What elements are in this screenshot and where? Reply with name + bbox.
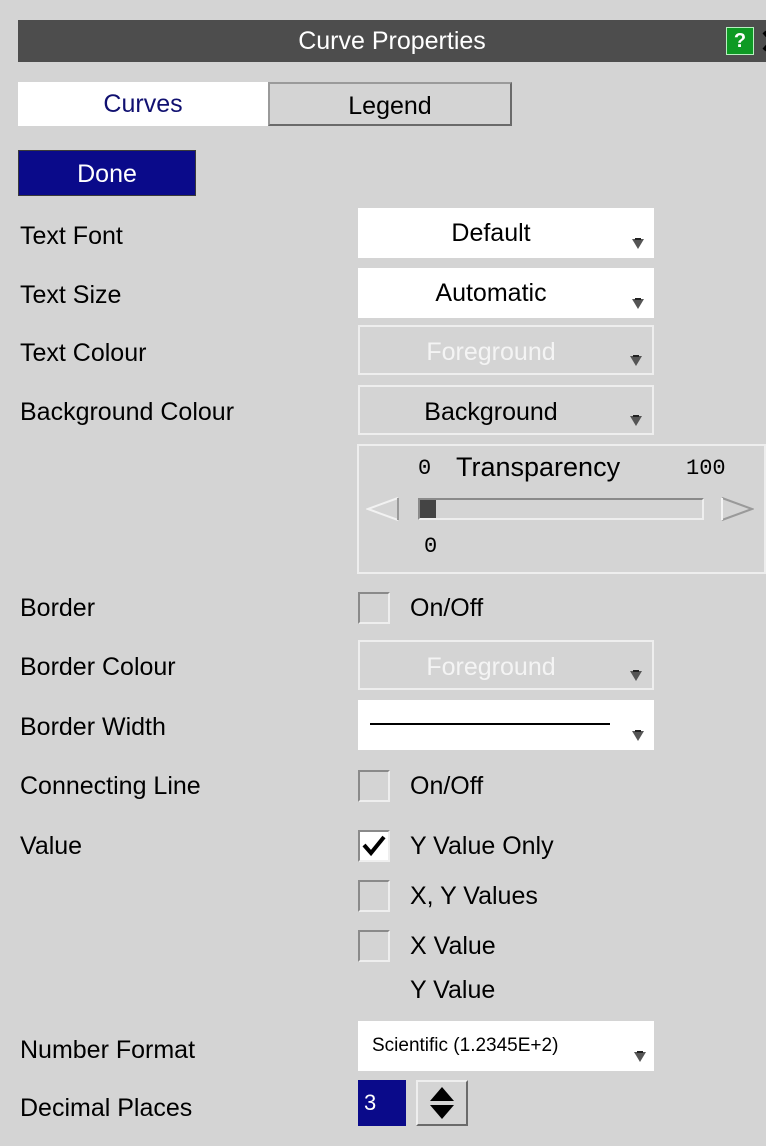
transparency-max: 100 — [686, 456, 726, 481]
border-colour-dropdown[interactable]: Foreground — [358, 640, 654, 690]
decimal-places-input[interactable]: 3 — [358, 1080, 406, 1126]
border-checkbox[interactable] — [358, 592, 390, 624]
border-label: Border — [20, 594, 96, 622]
stepper-icon — [430, 1087, 454, 1119]
text-font-dropdown[interactable]: Default — [358, 208, 654, 258]
transparency-value: 0 — [424, 534, 438, 559]
connecting-line-label: Connecting Line — [20, 772, 201, 800]
decimal-places-stepper[interactable] — [416, 1080, 468, 1126]
border-width-label: Border Width — [20, 713, 166, 741]
dropdown-arrow-icon — [632, 238, 644, 249]
transparency-title: Transparency — [456, 452, 621, 482]
checkmark-icon — [362, 835, 386, 857]
x-value-y-value-checkbox[interactable] — [358, 930, 390, 962]
background-colour-value: Background — [424, 398, 558, 426]
text-size-label: Text Size — [20, 281, 122, 309]
xy-values-label: X, Y Values — [410, 882, 538, 910]
decimal-places-label: Decimal Places — [20, 1094, 193, 1122]
number-format-dropdown[interactable]: Scientific (1.2345E+2) — [358, 1021, 654, 1071]
number-format-label: Number Format — [20, 1036, 196, 1064]
x-value-label: X Value — [410, 932, 496, 960]
border-colour-label: Border Colour — [20, 653, 176, 681]
tab-curves-label: Curves — [103, 90, 183, 118]
done-button[interactable]: Done — [18, 150, 196, 196]
dropdown-arrow-icon — [630, 415, 642, 426]
xy-values-checkbox[interactable] — [358, 880, 390, 912]
value-label: Value — [20, 832, 83, 860]
text-colour-value: Foreground — [426, 338, 556, 366]
connecting-line-checkbox[interactable] — [358, 770, 390, 802]
tab-legend-label: Legend — [348, 92, 432, 120]
window-title: Curve Properties — [298, 27, 486, 55]
dropdown-arrow-icon — [630, 670, 642, 681]
help-icon: ? — [733, 30, 747, 52]
number-format-value: Scientific (1.2345E+2) — [372, 1035, 559, 1056]
background-colour-label: Background Colour — [20, 398, 235, 426]
text-font-label: Text Font — [20, 222, 123, 250]
tab-legend[interactable]: Legend — [268, 82, 512, 126]
background-colour-dropdown[interactable]: Background — [358, 385, 654, 435]
y-value-only-checkbox[interactable] — [358, 830, 390, 862]
y-value-label: Y Value — [410, 976, 496, 1004]
line-width-preview — [370, 723, 610, 725]
text-size-value: Automatic — [435, 279, 547, 307]
connecting-line-option-label: On/Off — [410, 772, 484, 800]
slider-left-arrow-icon[interactable] — [366, 496, 400, 522]
dropdown-arrow-icon — [634, 1051, 646, 1062]
text-colour-dropdown[interactable]: Foreground — [358, 325, 654, 375]
text-size-dropdown[interactable]: Automatic — [358, 268, 654, 318]
border-width-dropdown[interactable] — [358, 700, 654, 750]
help-button[interactable]: ? — [726, 27, 754, 55]
slider-right-arrow-icon[interactable] — [720, 496, 754, 522]
dropdown-arrow-icon — [630, 355, 642, 366]
transparency-min: 0 — [418, 456, 432, 481]
dropdown-arrow-icon — [632, 298, 644, 309]
border-option-label: On/Off — [410, 594, 484, 622]
close-button[interactable] — [756, 20, 766, 62]
close-icon — [762, 30, 766, 52]
tab-curves[interactable]: Curves — [18, 82, 268, 126]
text-colour-label: Text Colour — [20, 339, 147, 367]
y-value-only-label: Y Value Only — [410, 832, 554, 860]
transparency-slider-thumb[interactable] — [420, 500, 436, 518]
done-label: Done — [77, 160, 137, 188]
border-colour-value: Foreground — [426, 653, 556, 681]
dropdown-arrow-icon — [632, 730, 644, 741]
title-bar: Curve Properties ? — [18, 20, 766, 62]
transparency-slider[interactable] — [418, 498, 704, 520]
text-font-value: Default — [451, 219, 531, 247]
